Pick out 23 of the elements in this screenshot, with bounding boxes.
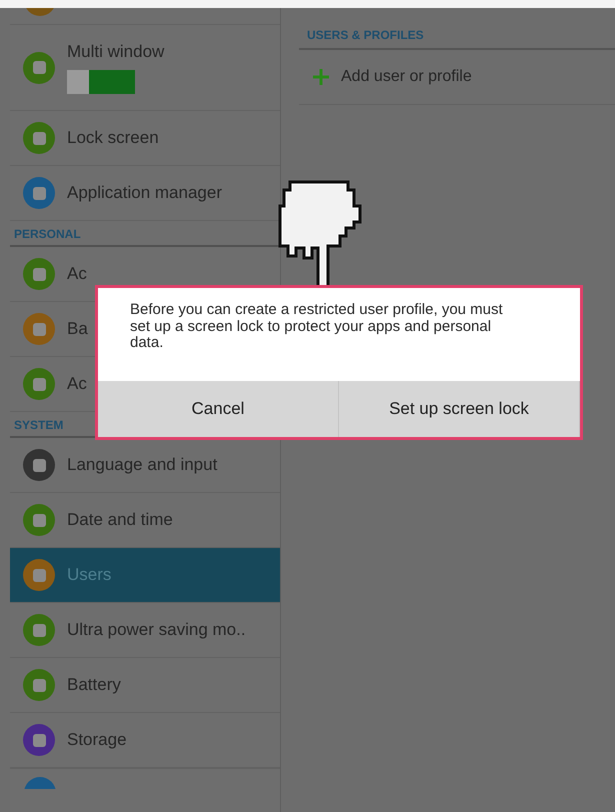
- item-label: Multi window: [67, 42, 164, 62]
- section-header: USERS & PROFILES: [299, 26, 615, 50]
- item-label: Battery: [67, 675, 121, 695]
- settings-item[interactable]: Battery: [10, 658, 280, 713]
- add-user-label: Add user or profile: [341, 68, 472, 86]
- item-label: Lock screen: [67, 128, 159, 148]
- add-user-item[interactable]: Add user or profile: [299, 50, 615, 105]
- item-label: Date and time: [67, 510, 173, 530]
- settings-item[interactable]: Lock screen: [10, 111, 280, 166]
- settings-item[interactable]: Multi window: [10, 25, 280, 111]
- item-label: Language and input: [67, 455, 218, 475]
- settings-item[interactable]: Ultra power saving mo..: [10, 603, 280, 658]
- settings-item[interactable]: Storage: [10, 713, 280, 768]
- item-label: Ultra power saving mo..: [67, 620, 246, 640]
- plus-icon: [311, 67, 331, 87]
- item-label: Ac: [67, 374, 87, 394]
- item-label: Storage: [67, 730, 127, 750]
- item-label: Ba: [67, 319, 88, 339]
- dialog-message: Before you can create a restricted user profile, you must set up a screen lock to protect your apps and personal data.: [129, 300, 504, 353]
- settings-item[interactable]: Application manager: [10, 166, 280, 221]
- item-label: Application manager: [67, 183, 222, 203]
- item-label: Ac: [67, 264, 87, 284]
- toggle-switch[interactable]: [67, 70, 135, 94]
